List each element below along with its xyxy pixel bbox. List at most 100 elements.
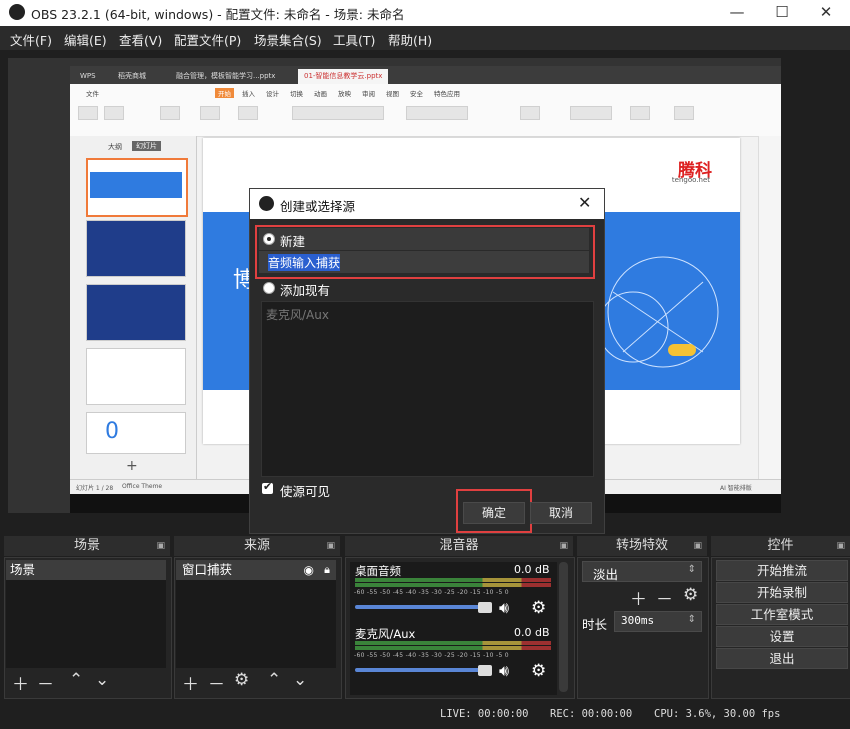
new-radio[interactable]: [263, 233, 275, 245]
studio-mode-button[interactable]: 工作室模式: [716, 604, 848, 625]
add-source-icon[interactable]: ＋: [182, 670, 199, 695]
menu-profile[interactable]: 配置文件(P): [174, 30, 241, 49]
wps-menu-bar: 文件 开始 插入 设计 切换 动画 放映 审阅 视图 安全 特色应用: [70, 84, 781, 101]
title-bar: OBS 23.2.1 (64-bit, windows) - 配置文件: 未命名…: [0, 0, 850, 26]
cpu-fps: CPU: 3.6%, 30.00 fps: [654, 708, 781, 720]
wps-menu-item: 视图: [386, 90, 399, 98]
new-name-input[interactable]: 音频输入捕获: [259, 251, 589, 273]
obs-logo-icon: [9, 4, 25, 20]
mixer-channel-level: 0.0 dB: [514, 563, 550, 576]
wps-menu-item: 切换: [290, 90, 303, 98]
remove-scene-icon[interactable]: －: [37, 670, 54, 695]
minimize-button[interactable]: —: [717, 2, 757, 24]
exit-button[interactable]: 退出: [716, 648, 848, 669]
add-scene-icon[interactable]: ＋: [12, 670, 29, 695]
move-up-icon[interactable]: ⌃: [267, 670, 281, 690]
speaker-icon[interactable]: 🔊︎: [499, 661, 509, 681]
scenes-list[interactable]: 场景: [6, 560, 166, 668]
create-select-source-dialog: 创建或选择源 ✕ 新建 音频输入捕获 添加现有 麦克风/Aux ✔ 使源可见 确…: [249, 188, 605, 534]
dock-float-icon[interactable]: ▣: [326, 536, 335, 556]
ok-button[interactable]: 确定: [463, 502, 525, 524]
start-streaming-button[interactable]: 开始推流: [716, 560, 848, 581]
gear-icon[interactable]: ⚙: [531, 661, 546, 681]
slide-thumb: [86, 220, 186, 277]
slide-thumbnails: 大纲 幻灯片 0 +: [70, 136, 197, 494]
eye-icon[interactable]: ◉: [304, 560, 314, 580]
existing-source-item[interactable]: 麦克风/Aux: [266, 306, 329, 323]
gear-icon[interactable]: ⚙: [531, 598, 546, 618]
wps-menu-item: 动画: [314, 90, 327, 98]
new-label: 新建: [280, 234, 306, 249]
move-up-icon[interactable]: ⌃: [69, 670, 83, 690]
duration-label: 时长: [582, 617, 608, 632]
transition-gear-icon[interactable]: ⚙: [683, 585, 698, 605]
dialog-close-button[interactable]: ✕: [578, 193, 591, 212]
menu-edit[interactable]: 编辑(E): [64, 30, 107, 49]
mixer-dock-header: 混音器 ▣: [345, 536, 573, 556]
dock-float-icon[interactable]: ▣: [156, 536, 165, 556]
volume-slider-handle[interactable]: [478, 665, 492, 676]
new-name-value: 音频输入捕获: [268, 254, 341, 271]
scenes-dock-title: 场景: [73, 538, 100, 553]
dock-float-icon[interactable]: ▣: [693, 536, 702, 556]
status-bar: LIVE: 00:00:00 REC: 00:00:00 CPU: 3.6%, …: [0, 704, 850, 729]
wps-tab: 01-智能信息教学云.pptx: [298, 69, 389, 84]
speaker-icon[interactable]: 🔊︎: [499, 598, 509, 618]
live-time: LIVE: 00:00:00: [440, 708, 529, 720]
menu-file[interactable]: 文件(F): [10, 30, 52, 49]
settings-button[interactable]: 设置: [716, 626, 848, 647]
mixer-scrollbar[interactable]: [559, 562, 568, 692]
cancel-button[interactable]: 取消: [530, 502, 592, 524]
wps-ai-layout: AI 智能排版: [720, 485, 752, 492]
volume-slider[interactable]: [355, 668, 485, 672]
existing-sources-list[interactable]: 麦克风/Aux: [261, 301, 594, 477]
menu-help[interactable]: 帮助(H): [388, 30, 432, 49]
maximize-button[interactable]: ☐: [762, 2, 802, 24]
audio-meter: [355, 646, 551, 650]
menu-view[interactable]: 查看(V): [119, 30, 162, 49]
add-transition-icon[interactable]: ＋: [630, 585, 647, 610]
visible-checkbox[interactable]: ✔: [262, 480, 273, 494]
sources-dock-title: 来源: [243, 538, 270, 553]
wps-tab: WPS: [80, 72, 96, 80]
transitions-dock-title: 转场特效: [615, 538, 668, 553]
slide-thumb: [86, 284, 186, 341]
meter-ticks: -60 -55 -50 -45 -40 -35 -30 -25 -20 -15 …: [354, 589, 509, 596]
transitions-dock-header: 转场特效 ▣: [577, 536, 707, 556]
remove-source-icon[interactable]: －: [208, 670, 225, 695]
add-existing-radio[interactable]: [263, 282, 275, 294]
scene-item[interactable]: 场景: [6, 560, 166, 580]
move-down-icon[interactable]: ⌄: [95, 670, 109, 690]
menu-tools[interactable]: 工具(T): [333, 30, 375, 49]
mixer-channel-level: 0.0 dB: [514, 626, 550, 639]
close-window-button[interactable]: ✕: [806, 2, 846, 24]
dock-float-icon[interactable]: ▣: [559, 536, 568, 556]
wps-menu-item: 文件: [86, 90, 99, 98]
wps-slide-count: 幻灯片 1 / 28: [76, 485, 114, 492]
source-properties-gear-icon[interactable]: ⚙: [234, 670, 249, 690]
lock-icon[interactable]: 🔒︎: [324, 560, 330, 580]
source-item[interactable]: 窗口捕获 ◉ 🔒︎: [176, 560, 336, 580]
visible-label: 使源可见: [280, 484, 331, 499]
move-down-icon[interactable]: ⌄: [293, 670, 307, 690]
mixer-channel-name: 麦克风/Aux: [355, 627, 416, 641]
wps-menu-item: 特色应用: [434, 90, 460, 98]
volume-slider-handle[interactable]: [478, 602, 492, 613]
slide-thumb: 0: [86, 412, 186, 454]
audio-meter: [355, 583, 551, 587]
brand-subtitle: tengoo.net: [671, 176, 710, 184]
dock-float-icon[interactable]: ▣: [836, 536, 845, 556]
spin-arrows-icon[interactable]: ⇕: [688, 614, 696, 625]
controls-dock-title: 控件: [767, 538, 794, 553]
scenes-dock-header: 场景 ▣: [4, 536, 170, 556]
duration-value: 300ms: [621, 614, 655, 627]
volume-slider[interactable]: [355, 605, 485, 609]
dialog-title-bar: 创建或选择源 ✕: [250, 189, 604, 219]
meter-ticks: -60 -55 -50 -45 -40 -35 -30 -25 -20 -15 …: [354, 652, 509, 659]
duration-spinbox[interactable]: 300ms ⇕: [614, 611, 702, 632]
transition-select[interactable]: 淡出 ⇕: [582, 561, 702, 582]
menu-scene-collection[interactable]: 场景集合(S): [254, 30, 322, 49]
start-recording-button[interactable]: 开始录制: [716, 582, 848, 603]
remove-transition-icon[interactable]: －: [656, 585, 673, 610]
sources-list[interactable]: 窗口捕获 ◉ 🔒︎: [176, 560, 336, 668]
